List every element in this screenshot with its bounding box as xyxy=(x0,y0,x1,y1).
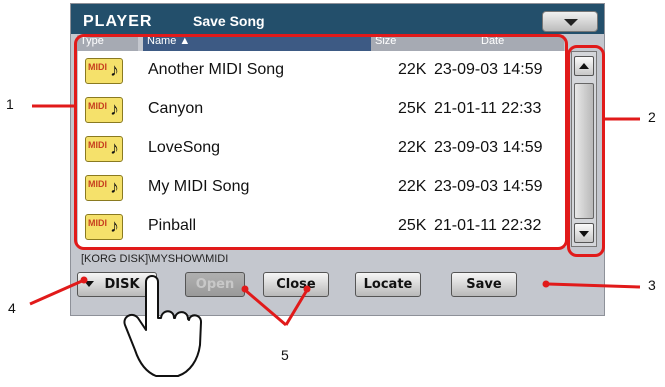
callout-lines xyxy=(29,104,641,377)
callout-4: 4 xyxy=(8,300,16,316)
callout-5: 5 xyxy=(281,347,289,363)
callout-1: 1 xyxy=(6,96,14,112)
callout-3: 3 xyxy=(648,277,656,293)
pointing-hand-icon xyxy=(123,275,202,377)
callout-2: 2 xyxy=(648,109,656,125)
